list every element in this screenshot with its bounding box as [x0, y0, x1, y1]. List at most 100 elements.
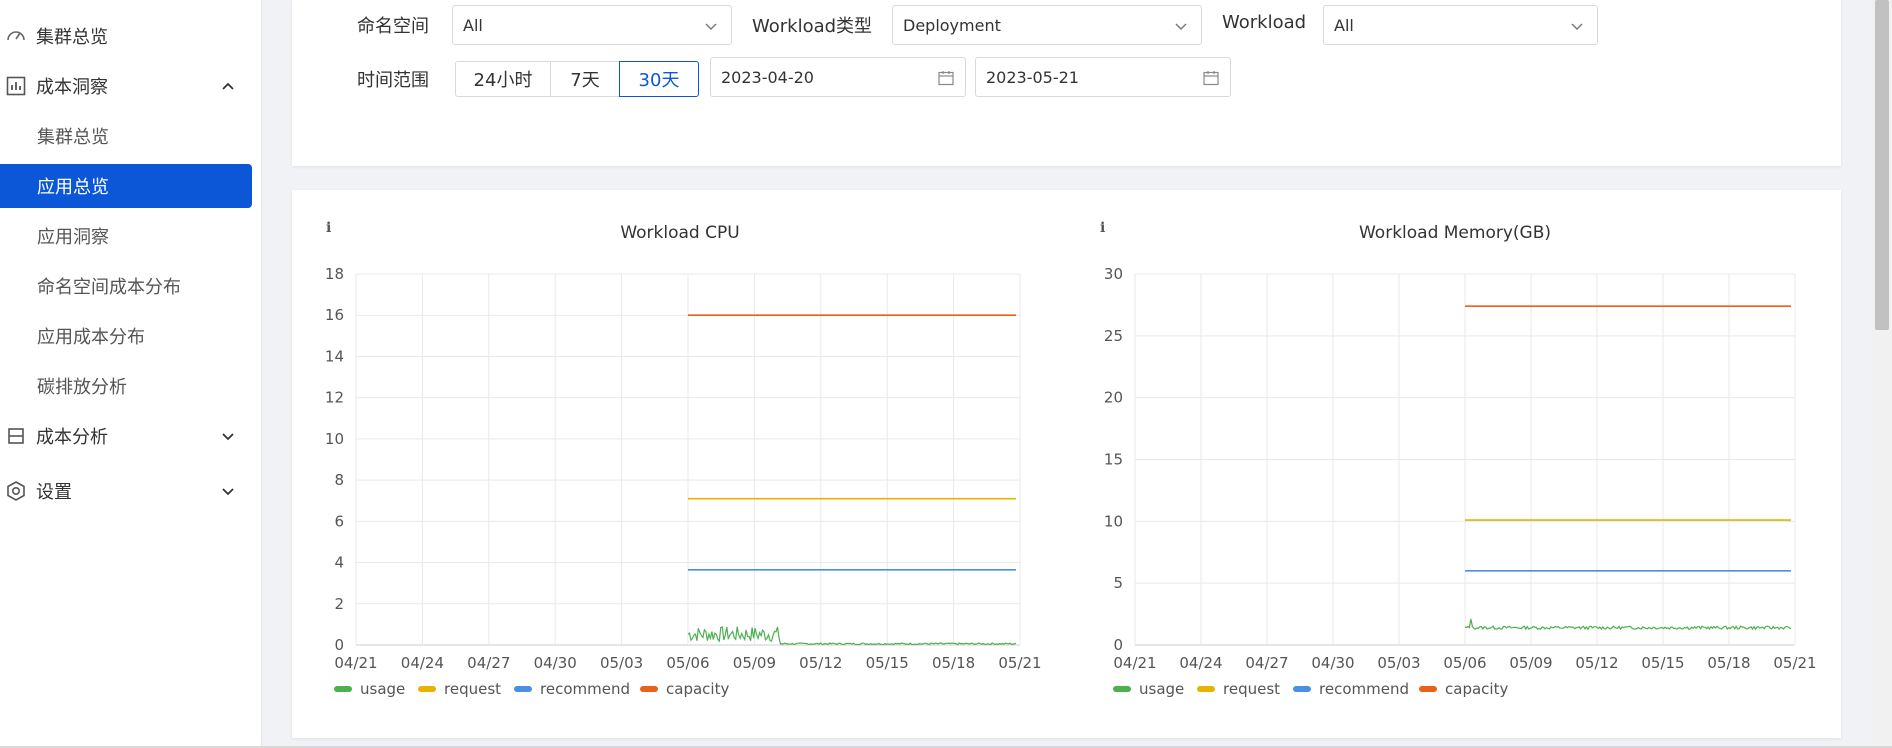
series-line-usage: [687, 626, 1017, 646]
time-option-30d[interactable]: 30天: [619, 61, 699, 97]
y-tick-label: 6: [334, 512, 344, 530]
legend-swatch-recommend: [1293, 686, 1311, 692]
start-date-value: 2023-04-20: [721, 67, 814, 87]
sidebar-item-cost-insight[interactable]: 成本洞察: [0, 64, 252, 108]
legend-swatch-usage: [1113, 686, 1131, 692]
y-tick-label: 8: [334, 471, 344, 489]
x-tick-label: 05/09: [733, 654, 776, 672]
chevron-down-icon: [1175, 23, 1187, 30]
series-line-usage: [1464, 618, 1792, 631]
legend-label-recommend[interactable]: recommend: [540, 680, 630, 698]
cost-box-icon: [4, 424, 28, 448]
y-tick-label: 12: [325, 389, 344, 407]
sidebar: 集群总览 成本洞察 集群总览 应用总览 应用洞察 命名空间成本分布 应用成本分布…: [0, 0, 262, 748]
workload-type-select-value: Deployment: [903, 15, 1001, 35]
legend-label-usage[interactable]: usage: [1139, 680, 1184, 698]
legend-swatch-capacity: [1419, 686, 1437, 692]
gear-icon: [4, 479, 28, 503]
y-tick-label: 18: [325, 265, 344, 283]
end-date-input[interactable]: 2023-05-21: [975, 57, 1231, 97]
workload-type-select[interactable]: Deployment: [892, 5, 1202, 45]
x-tick-label: 05/03: [1377, 654, 1420, 672]
x-tick-label: 05/15: [866, 654, 909, 672]
page-scrollbar[interactable]: [1872, 0, 1892, 748]
chevron-down-icon[interactable]: [218, 481, 238, 501]
chevron-down-icon: [1571, 23, 1583, 30]
y-tick-label: 15: [1104, 451, 1123, 469]
x-tick-label: 04/30: [1311, 654, 1354, 672]
chevron-down-icon[interactable]: [218, 426, 238, 446]
legend-label-capacity[interactable]: capacity: [1445, 680, 1508, 698]
info-icon: i: [1100, 220, 1105, 236]
chevron-down-icon: [705, 23, 717, 30]
bar-chart-icon: [4, 74, 28, 98]
y-tick-label: 10: [1104, 512, 1123, 530]
legend-label-usage[interactable]: usage: [360, 680, 405, 698]
start-date-input[interactable]: 2023-04-20: [710, 57, 966, 97]
y-tick-label: 5: [1113, 574, 1123, 592]
namespace-select-value: All: [463, 15, 483, 35]
sidebar-item-cost-analysis[interactable]: 成本分析: [0, 414, 252, 458]
x-tick-label: 04/24: [401, 654, 444, 672]
sidebar-item-label: 成本分析: [36, 427, 108, 448]
sidebar-item-label: 成本洞察: [36, 77, 108, 98]
x-tick-label: 05/18: [932, 654, 975, 672]
charts-card: i Workload CPU 0 2 4 6 8 10 12 14 16 18 04/21 04/24 04…: [292, 190, 1841, 738]
y-tick-label: 2: [334, 595, 344, 613]
chart-title: Workload CPU: [620, 223, 739, 243]
end-date-value: 2023-05-21: [986, 67, 1079, 87]
legend-swatch-usage: [334, 686, 352, 692]
legend-label-recommend[interactable]: recommend: [1319, 680, 1409, 698]
x-tick-label: 04/21: [1113, 654, 1156, 672]
legend-swatch-recommend: [514, 686, 532, 692]
y-tick-label: 10: [325, 430, 344, 448]
workload-select-value: All: [1334, 15, 1354, 35]
y-tick-label: 4: [334, 554, 344, 572]
calendar-icon: [938, 71, 954, 86]
sidebar-item-settings[interactable]: 设置: [0, 469, 252, 513]
sidebar-subitem-namespace-cost[interactable]: 命名空间成本分布: [0, 264, 252, 308]
sidebar-subitem-app-cost[interactable]: 应用成本分布: [0, 314, 252, 358]
time-range-segmented: 24小时 7天 30天: [455, 61, 699, 97]
scrollbar-thumb[interactable]: [1875, 0, 1889, 330]
x-tick-label: 05/06: [1443, 654, 1486, 672]
workload-select[interactable]: All: [1323, 5, 1598, 45]
y-tick-label: 25: [1104, 327, 1123, 345]
filter-card: 命名空间 All Workload类型 Deployment Workload …: [292, 0, 1841, 166]
x-tick-label: 05/18: [1707, 654, 1750, 672]
sidebar-subitem-app-insight[interactable]: 应用洞察: [0, 214, 252, 258]
legend-swatch-capacity: [640, 686, 658, 692]
namespace-select[interactable]: All: [452, 5, 732, 45]
sidebar-item-label: 集群总览: [36, 27, 108, 48]
x-tick-label: 05/03: [600, 654, 643, 672]
x-tick-label: 04/27: [1245, 654, 1288, 672]
x-tick-label: 04/24: [1179, 654, 1222, 672]
legend-swatch-request: [418, 686, 436, 692]
sidebar-item-cluster-overview[interactable]: 集群总览: [0, 14, 252, 58]
sidebar-subitem-app-overview[interactable]: 应用总览: [0, 164, 252, 208]
speedometer-icon: [4, 24, 28, 48]
namespace-label: 命名空间: [357, 16, 429, 37]
workload-type-label: Workload类型: [752, 16, 873, 37]
charts-svg: i Workload CPU 0 2 4 6 8 10 12 14 16 18 04/21 04/24 04…: [325, 220, 1817, 698]
workload-label: Workload: [1222, 12, 1307, 33]
legend-swatch-request: [1197, 686, 1215, 692]
sidebar-subitem-cluster-overview[interactable]: 集群总览: [0, 114, 252, 158]
chart-title: Workload Memory(GB): [1359, 223, 1551, 243]
x-tick-label: 05/12: [799, 654, 842, 672]
legend-label-request[interactable]: request: [444, 680, 501, 698]
y-tick-label: 14: [325, 347, 344, 365]
legend-label-request[interactable]: request: [1223, 680, 1280, 698]
x-tick-label: 04/30: [534, 654, 577, 672]
time-option-7d[interactable]: 7天: [550, 61, 620, 97]
time-option-24h[interactable]: 24小时: [455, 61, 551, 97]
chevron-up-icon[interactable]: [218, 76, 238, 96]
sidebar-subitem-carbon[interactable]: 碳排放分析: [0, 364, 252, 408]
x-tick-label: 05/21: [1773, 654, 1816, 672]
x-tick-label: 05/06: [666, 654, 709, 672]
x-tick-label: 05/12: [1575, 654, 1618, 672]
x-tick-label: 04/27: [467, 654, 510, 672]
legend-label-capacity[interactable]: capacity: [666, 680, 729, 698]
y-tick-label: 0: [334, 636, 344, 654]
calendar-icon: [1203, 71, 1219, 86]
